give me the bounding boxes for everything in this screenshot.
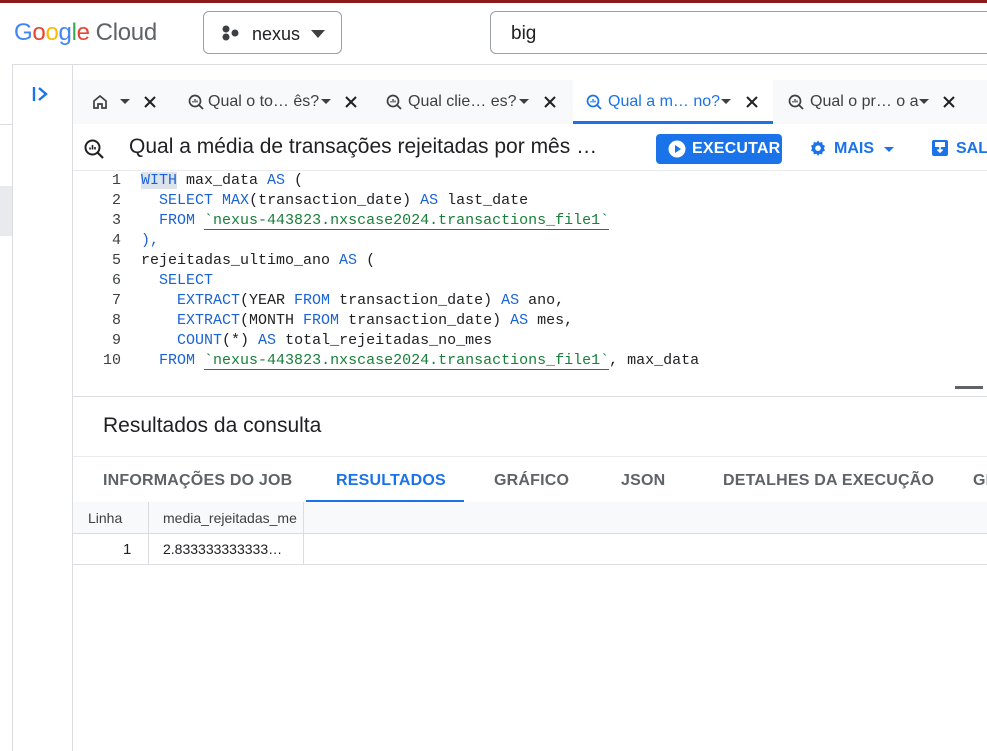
close-icon[interactable] [143,95,157,109]
chevron-down-icon [884,147,894,152]
results-heading: Resultados da consulta [103,414,322,437]
top-bar: Google Cloud nexus [0,3,987,65]
run-button[interactable]: EXECUTAR [656,134,782,164]
tab-label: Qual clie… es? [408,93,517,110]
gear-icon [811,140,825,156]
row-number-cell: 1 [73,533,149,564]
code-line: 3 FROM `nexus-443823.nxscase2024.transac… [73,212,987,232]
line-number: 7 [111,292,121,309]
code-line: 9 COUNT(*) AS total_rejeitadas_no_mes [73,332,987,352]
code-text: EXTRACT(YEAR FROM transaction_date) AS a… [177,292,565,309]
explorer-panel-collapsed [13,64,73,751]
query-icon [586,94,602,110]
table-header: Linha media_rejeitadas_me [73,502,987,534]
search-input[interactable] [509,21,963,47]
line-number: 6 [111,272,121,289]
code-text: FROM `nexus-443823.nxscase2024.transacti… [159,212,610,230]
rail-divider [0,124,12,125]
tab-query-4[interactable]: Qual o pr… o a [773,80,987,124]
pane-splitter[interactable] [73,376,987,397]
tab-json[interactable]: JSON [621,472,665,490]
code-line: 10 FROM `nexus-443823.nxscase2024.transa… [73,352,987,372]
tab-query-3-active[interactable]: Qual a m… no? [573,80,773,124]
column-header-media[interactable]: media_rejeitadas_me [149,502,304,533]
tab-results[interactable]: RESULTADOS [336,472,446,490]
code-line: 4 ), [73,232,987,252]
line-number: 3 [111,212,121,229]
query-icon [84,139,104,159]
project-selector[interactable]: nexus [203,11,342,54]
code-text: COUNT(*) AS total_rejeitadas_no_mes [177,332,493,349]
code-line: 6 SELECT [73,272,987,292]
code-text: SELECT MAX(transaction_date) AS last_dat… [159,192,529,209]
chevron-down-icon [311,30,325,38]
query-header: Qual a média de transações rejeitadas po… [73,124,987,171]
code-line: 8 EXTRACT(MONTH FROM transaction_date) A… [73,312,987,332]
code-line: 7 EXTRACT(YEAR FROM transaction_date) AS… [73,292,987,312]
tab-home[interactable] [73,80,173,124]
line-number: 8 [111,312,121,329]
code-text: EXTRACT(MONTH FROM transaction_date) AS … [177,312,574,329]
tab-dropdown-icon[interactable] [919,99,929,104]
line-number: 5 [111,252,121,269]
code-text: ), [141,232,160,249]
code-text: SELECT [159,272,214,289]
code-line: 5 rejeitadas_ultimo_ano AS ( [73,252,987,272]
close-icon[interactable] [344,95,358,109]
run-button-label: EXECUTAR [692,140,781,157]
line-number: 2 [111,192,121,209]
query-icon [788,94,804,110]
save-icon [932,140,948,156]
cloud-wordmark: Cloud [95,19,158,46]
close-icon[interactable] [745,95,759,109]
tab-label: Qual o pr… o a [810,93,919,110]
project-dots-icon [222,25,239,41]
code-text: rejeitadas_ultimo_ano AS ( [141,252,376,269]
query-icon [386,94,402,110]
code-text: FROM `nexus-443823.nxscase2024.transacti… [159,352,700,370]
tab-query-2[interactable]: Qual clie… es? [371,80,571,124]
tab-execution-details[interactable]: DETALHES DA EXECUÇÃO [723,472,934,490]
google-wordmark: Google [14,19,90,46]
editor-tab-strip: Qual o to… ês? Qual clie… es? Qual a m… … [73,80,987,124]
value-cell[interactable]: 2.833333333333… [149,533,304,564]
query-title[interactable]: Qual a média de transações rejeitadas po… [129,135,597,159]
tab-dropdown-icon[interactable] [120,99,130,104]
tab-label: Qual a m… no? [608,93,721,110]
line-number: 10 [102,352,121,369]
column-header-linha[interactable]: Linha [73,502,149,533]
search-box[interactable] [490,11,987,54]
project-name: nexus [252,24,301,44]
tab-query-1[interactable]: Qual o to… ês? [173,80,371,124]
close-icon[interactable] [543,95,557,109]
rail-selected-item[interactable] [0,186,12,236]
code-text: WITH max_data AS ( [141,172,304,189]
code-line: 2 SELECT MAX(transaction_date) AS last_d… [73,192,987,212]
table-row[interactable]: 1 2.833333333333… [73,533,987,565]
tab-dropdown-icon[interactable] [721,99,731,104]
line-number: 4 [111,232,121,249]
save-button-label: SALV [956,140,987,157]
drag-handle-icon[interactable] [955,386,983,389]
home-icon [93,94,107,109]
line-number: 9 [111,332,121,349]
google-cloud-logo[interactable]: Google Cloud [14,19,157,47]
expand-panel-icon[interactable] [29,82,53,106]
tab-dropdown-icon[interactable] [519,99,529,104]
line-number: 1 [111,172,121,189]
close-icon[interactable] [942,95,956,109]
left-rail [0,64,13,751]
code-line: 1 WITH max_data AS ( [73,172,987,192]
tab-chart[interactable]: GRÁFICO [494,472,569,490]
results-tab-strip: INFORMAÇÕES DO JOB RESULTADOS GRÁFICO JS… [73,456,987,504]
tab-dropdown-icon[interactable] [321,99,331,104]
tab-job-info[interactable]: INFORMAÇÕES DO JOB [103,472,292,490]
play-icon [668,140,686,158]
results-panel: Resultados da consulta INFORMAÇÕES DO JO… [73,396,987,751]
tab-label: Qual o to… ês? [208,93,320,110]
tab-graph[interactable]: GI [973,472,987,490]
sql-editor[interactable]: 1 WITH max_data AS ( 2 SELECT MAX(transa… [73,170,987,376]
query-icon [188,94,204,110]
more-button-label: MAIS [834,140,874,157]
